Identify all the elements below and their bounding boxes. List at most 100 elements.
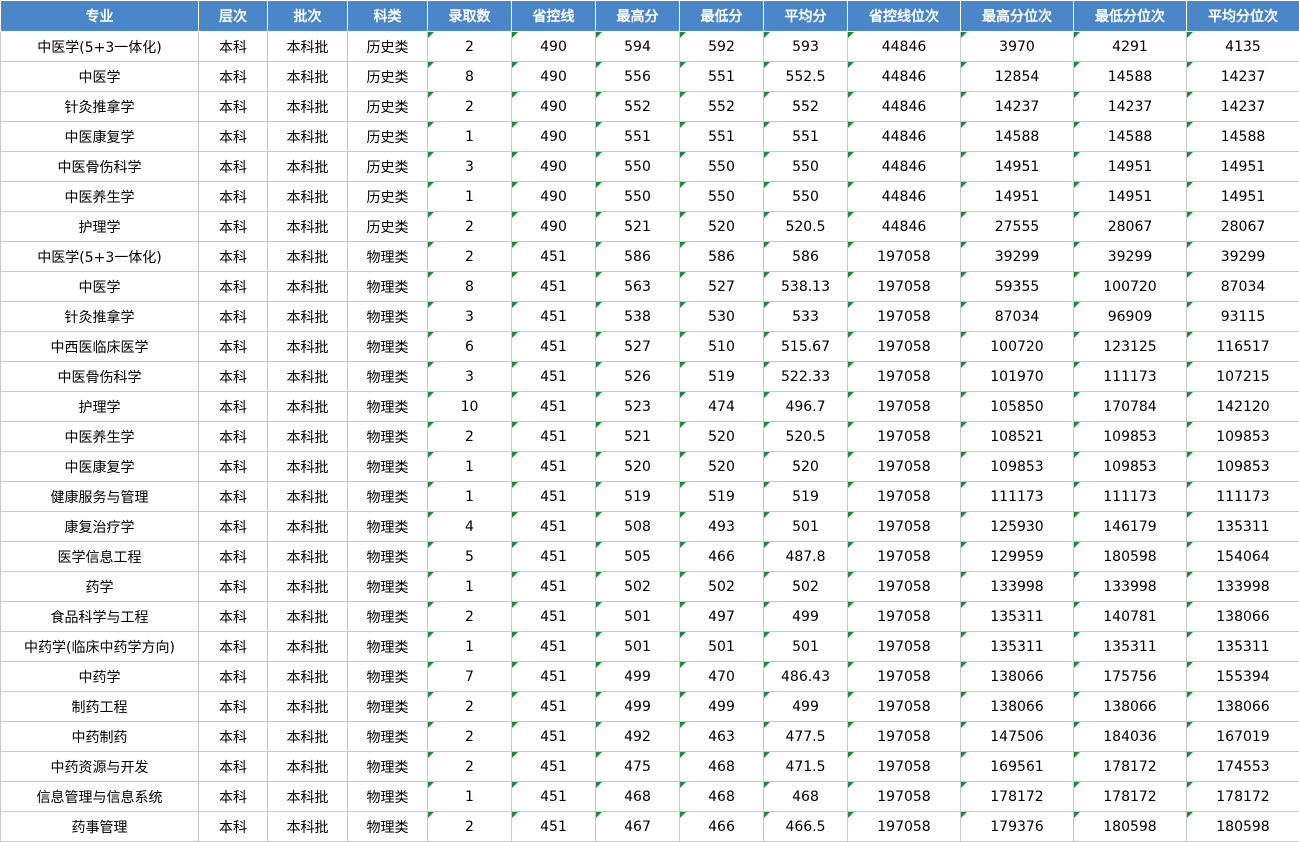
cell-min-score: 502 xyxy=(679,571,764,602)
cell-avg-score-rank: 116517 xyxy=(1186,331,1299,362)
cell-major: 中医学(5+3一体化) xyxy=(0,31,199,62)
cell-max-score-rank: 178172 xyxy=(960,781,1074,812)
cell-max-score-rank: 14588 xyxy=(960,121,1074,152)
cell-min-score-rank: 14588 xyxy=(1073,61,1187,92)
cell-subject-type: 物理类 xyxy=(347,271,428,302)
cell-control-line-rank: 197058 xyxy=(847,241,961,272)
cell-batch: 本科批 xyxy=(267,481,348,512)
cell-avg-score: 501 xyxy=(763,511,848,542)
cell-control-line: 451 xyxy=(511,391,596,422)
cell-major: 中医学(5+3一体化) xyxy=(0,241,199,272)
cell-subject-type: 历史类 xyxy=(347,121,428,152)
table-row: 中药资源与开发 本科 本科批 物理类 2 451 475 468 471.5 197058 1695… xyxy=(0,751,1299,782)
cell-admitted-count: 5 xyxy=(427,541,512,572)
cell-min-score: 551 xyxy=(679,61,764,92)
cell-avg-score-rank: 135311 xyxy=(1186,631,1299,662)
table-row: 护理学 本科 本科批 物理类 10 451 523 474 496.7 197058 105850 1… xyxy=(0,391,1299,422)
admission-scores-table: 专业 层次 批次 科类 录取数 省控线 最高分 最低分 平均分 省控线位次 最高… xyxy=(0,0,1299,842)
cell-subject-type: 历史类 xyxy=(347,211,428,242)
table-row: 中药学 本科 本科批 物理类 7 451 499 470 486.43 197058 138066 1… xyxy=(0,661,1299,692)
cell-control-line-rank: 197058 xyxy=(847,391,961,422)
cell-admitted-count: 2 xyxy=(427,751,512,782)
cell-min-score-rank: 135311 xyxy=(1073,631,1187,662)
cell-min-score: 510 xyxy=(679,331,764,362)
cell-avg-score-rank: 178172 xyxy=(1186,781,1299,812)
cell-subject-type: 物理类 xyxy=(347,511,428,542)
cell-min-score-rank: 123125 xyxy=(1073,331,1187,362)
cell-avg-score: 520 xyxy=(763,451,848,482)
cell-min-score-rank: 109853 xyxy=(1073,451,1187,482)
cell-control-line-rank: 197058 xyxy=(847,601,961,632)
cell-avg-score: 538.13 xyxy=(763,271,848,302)
cell-min-score-rank: 14588 xyxy=(1073,121,1187,152)
cell-admitted-count: 1 xyxy=(427,571,512,602)
cell-avg-score-rank: 107215 xyxy=(1186,361,1299,392)
cell-control-line: 451 xyxy=(511,241,596,272)
table-row: 针灸推拿学 本科 本科批 物理类 3 451 538 530 533 197058 87034 969… xyxy=(0,301,1299,332)
cell-level: 本科 xyxy=(198,121,268,152)
cell-min-score-rank: 133998 xyxy=(1073,571,1187,602)
cell-batch: 本科批 xyxy=(267,61,348,92)
cell-min-score-rank: 140781 xyxy=(1073,601,1187,632)
cell-level: 本科 xyxy=(198,181,268,212)
cell-admitted-count: 8 xyxy=(427,271,512,302)
cell-subject-type: 物理类 xyxy=(347,331,428,362)
cell-max-score: 550 xyxy=(595,151,680,182)
cell-subject-type: 物理类 xyxy=(347,601,428,632)
cell-avg-score-rank: 133998 xyxy=(1186,571,1299,602)
header-control-line-rank: 省控线位次 xyxy=(847,0,961,32)
cell-admitted-count: 2 xyxy=(427,721,512,752)
cell-max-score: 552 xyxy=(595,91,680,122)
cell-control-line-rank: 197058 xyxy=(847,541,961,572)
table-row: 中医学(5+3一体化) 本科 本科批 历史类 2 490 594 592 593 44846 397… xyxy=(0,31,1299,62)
cell-min-score: 463 xyxy=(679,721,764,752)
cell-batch: 本科批 xyxy=(267,211,348,242)
cell-batch: 本科批 xyxy=(267,541,348,572)
cell-admitted-count: 10 xyxy=(427,391,512,422)
cell-min-score-rank: 100720 xyxy=(1073,271,1187,302)
header-batch: 批次 xyxy=(267,0,348,32)
cell-max-score-rank: 129959 xyxy=(960,541,1074,572)
cell-avg-score: 522.33 xyxy=(763,361,848,392)
cell-control-line: 451 xyxy=(511,601,596,632)
cell-avg-score: 586 xyxy=(763,241,848,272)
cell-min-score: 527 xyxy=(679,271,764,302)
cell-avg-score: 496.7 xyxy=(763,391,848,422)
cell-level: 本科 xyxy=(198,271,268,302)
cell-batch: 本科批 xyxy=(267,601,348,632)
cell-min-score: 586 xyxy=(679,241,764,272)
cell-max-score: 586 xyxy=(595,241,680,272)
cell-avg-score-rank: 109853 xyxy=(1186,421,1299,452)
cell-subject-type: 物理类 xyxy=(347,481,428,512)
table-row: 健康服务与管理 本科 本科批 物理类 1 451 519 519 519 197058 111173… xyxy=(0,481,1299,512)
cell-avg-score-rank: 93115 xyxy=(1186,301,1299,332)
cell-max-score: 550 xyxy=(595,181,680,212)
cell-level: 本科 xyxy=(198,211,268,242)
table-body: 中医学(5+3一体化) 本科 本科批 历史类 2 490 594 592 593 44846 397… xyxy=(0,31,1299,842)
cell-control-line: 490 xyxy=(511,211,596,242)
cell-avg-score: 551 xyxy=(763,121,848,152)
header-min-score: 最低分 xyxy=(679,0,764,32)
cell-max-score: 505 xyxy=(595,541,680,572)
header-min-score-rank: 最低分位次 xyxy=(1073,0,1187,32)
cell-max-score-rank: 179376 xyxy=(960,811,1074,842)
cell-batch: 本科批 xyxy=(267,751,348,782)
cell-level: 本科 xyxy=(198,511,268,542)
cell-admitted-count: 1 xyxy=(427,631,512,662)
cell-avg-score-rank: 111173 xyxy=(1186,481,1299,512)
cell-control-line-rank: 197058 xyxy=(847,331,961,362)
table-row: 医学信息工程 本科 本科批 物理类 5 451 505 466 487.8 197058 12995… xyxy=(0,541,1299,572)
cell-min-score: 520 xyxy=(679,211,764,242)
cell-control-line-rank: 197058 xyxy=(847,421,961,452)
cell-min-score-rank: 14951 xyxy=(1073,181,1187,212)
cell-control-line-rank: 197058 xyxy=(847,811,961,842)
cell-major: 中药学 xyxy=(0,661,199,692)
cell-max-score-rank: 138066 xyxy=(960,691,1074,722)
cell-min-score: 592 xyxy=(679,31,764,62)
cell-min-score: 493 xyxy=(679,511,764,542)
cell-control-line: 490 xyxy=(511,91,596,122)
cell-avg-score-rank: 167019 xyxy=(1186,721,1299,752)
cell-max-score: 521 xyxy=(595,211,680,242)
table-row: 中医骨伤科学 本科 本科批 物理类 3 451 526 519 522.33 197058 1019… xyxy=(0,361,1299,392)
cell-control-line-rank: 44846 xyxy=(847,31,961,62)
